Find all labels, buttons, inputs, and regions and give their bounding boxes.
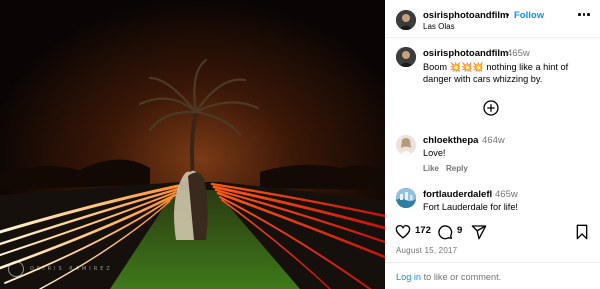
post-image bbox=[0, 0, 385, 289]
watermark-text: OSIRIS RAMIREZ bbox=[30, 266, 113, 272]
photographer-watermark: OSIRIS RAMIREZ bbox=[8, 261, 113, 277]
commenter-avatar[interactable] bbox=[396, 135, 416, 155]
post-details-panel: osirisphotoandfilm • Follow Las Olas osi… bbox=[385, 0, 600, 289]
load-more-comments-icon[interactable] bbox=[483, 100, 499, 116]
comment-username[interactable]: fortlauderdalefl bbox=[423, 189, 492, 200]
caption-timestamp[interactable]: 465w bbox=[507, 48, 530, 59]
login-prompt: Log in to like or comment. bbox=[396, 272, 501, 282]
commenter-avatar[interactable] bbox=[396, 188, 416, 208]
post-actions-bar: 172 9 bbox=[385, 220, 600, 244]
caption-text: Boom 💥💥💥 nothing like a hint of danger w… bbox=[423, 62, 569, 84]
comment-icon[interactable] bbox=[437, 224, 453, 245]
post-photo[interactable]: OSIRIS RAMIREZ bbox=[0, 0, 385, 289]
comment-like-button[interactable]: Like bbox=[423, 164, 439, 173]
header-separator: • bbox=[506, 10, 510, 21]
comment-text: Love! bbox=[423, 148, 446, 158]
heart-icon[interactable] bbox=[395, 224, 411, 244]
login-link[interactable]: Log in bbox=[396, 272, 421, 282]
login-prompt-text: to like or comment. bbox=[421, 272, 502, 282]
caption-username[interactable]: osirisphotoandfilm bbox=[423, 48, 509, 59]
watermark-seal bbox=[8, 261, 24, 277]
comment-text: Fort Lauderdale for life! bbox=[423, 202, 518, 212]
post-date[interactable]: August 15, 2017 bbox=[396, 246, 457, 255]
comments-count[interactable]: 9 bbox=[457, 225, 462, 236]
login-prompt-bar: Log in to like or comment. bbox=[385, 262, 600, 289]
follow-button[interactable]: Follow bbox=[514, 10, 544, 21]
post-header: osirisphotoandfilm • Follow Las Olas bbox=[385, 0, 600, 38]
comment-reply-button[interactable]: Reply bbox=[446, 164, 468, 173]
author-avatar[interactable] bbox=[396, 10, 416, 30]
more-options-icon[interactable] bbox=[578, 13, 590, 17]
save-bookmark-icon[interactable] bbox=[575, 224, 589, 245]
comment-timestamp[interactable]: 464w bbox=[482, 135, 505, 146]
post-location[interactable]: Las Olas bbox=[423, 22, 455, 31]
likes-count[interactable]: 172 bbox=[415, 225, 431, 236]
share-icon[interactable] bbox=[471, 224, 487, 245]
caption-author-avatar[interactable] bbox=[396, 47, 416, 67]
author-username[interactable]: osirisphotoandfilm bbox=[423, 10, 509, 21]
comment-timestamp[interactable]: 465w bbox=[495, 189, 518, 200]
comment-username[interactable]: chloekthepa bbox=[423, 135, 478, 146]
